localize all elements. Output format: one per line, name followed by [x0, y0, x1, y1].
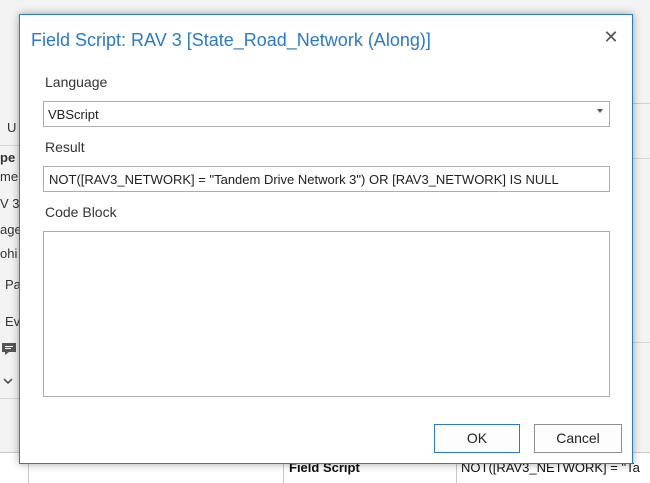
result-field[interactable]: NOT([RAV3_NETWORK] = "Tandem Drive Netwo…: [43, 166, 610, 192]
result-text: NOT([RAV3_NETWORK] = "Tandem Drive Netwo…: [49, 172, 559, 187]
bg-fragment: me: [0, 169, 19, 184]
result-label: Result: [45, 139, 85, 155]
cancel-button[interactable]: Cancel: [534, 424, 622, 453]
bg-divider: [633, 158, 650, 159]
chevron-down-icon[interactable]: [3, 373, 13, 388]
language-select[interactable]: VBScript: [43, 101, 610, 127]
bg-divider: [0, 145, 19, 146]
bg-fragment: V 3: [0, 196, 20, 211]
bg-fragment: ohi: [0, 246, 18, 261]
bg-divider: [633, 342, 650, 343]
field-script-dialog: Field Script: RAV 3 [State_Road_Network …: [19, 14, 633, 464]
close-icon: ✕: [603, 27, 619, 47]
chat-icon: [2, 343, 16, 358]
dialog-title: Field Script: RAV 3 [State_Road_Network …: [31, 30, 431, 50]
ok-button[interactable]: OK: [434, 424, 520, 453]
language-select-value: VBScript: [48, 107, 99, 122]
language-label: Language: [45, 74, 108, 90]
code-block-label: Code Block: [45, 204, 117, 220]
bg-fragment: U: [7, 120, 17, 135]
bg-divider: [633, 103, 650, 104]
bg-fragment: Ev: [5, 314, 21, 329]
bg-fragment: pe: [0, 150, 16, 165]
close-button[interactable]: ✕: [600, 26, 622, 48]
bg-divider: [0, 398, 19, 399]
dropdown-arrow-icon: [597, 109, 603, 113]
code-block-input[interactable]: [43, 231, 610, 397]
